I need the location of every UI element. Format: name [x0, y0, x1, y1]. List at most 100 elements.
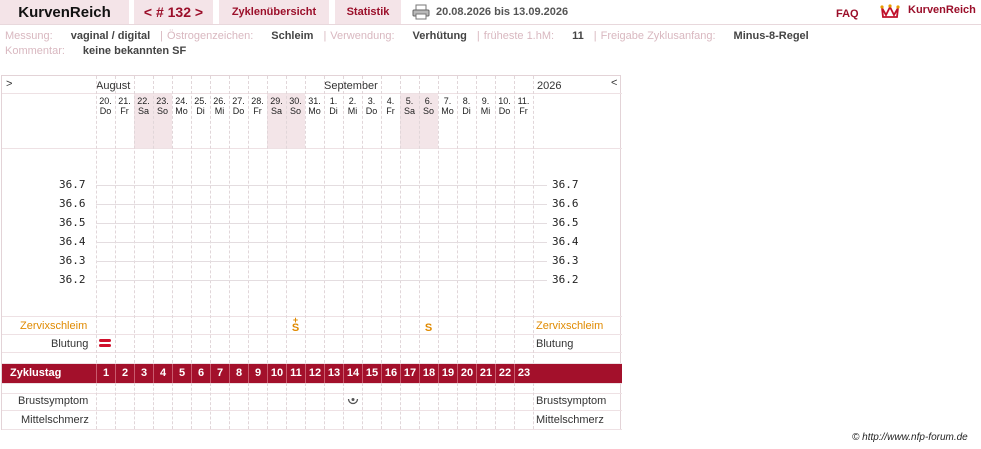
statistics-tab[interactable]: Statistik: [335, 0, 401, 24]
day-weekday: Do: [365, 106, 378, 116]
day-date: 22.: [137, 96, 150, 106]
temp-label-right: 36.4: [552, 235, 579, 248]
zyklustag-cell[interactable]: 6: [191, 363, 210, 383]
row-divider: [2, 393, 622, 394]
zyklustag-cell[interactable]: 7: [210, 363, 229, 383]
breast-symptom-icon[interactable]: [347, 394, 359, 406]
zyklustag-cell[interactable]: 8: [229, 363, 248, 383]
day-date: 26.: [213, 96, 226, 106]
day-gridline: [286, 383, 287, 429]
day-header[interactable]: 23. So: [153, 96, 172, 116]
zyklustag-cell[interactable]: 3: [134, 363, 153, 383]
day-header[interactable]: 8. Di: [457, 96, 476, 116]
day-date: 2.: [348, 96, 357, 106]
day-gridline: [172, 383, 173, 429]
messung-label: Messung:: [5, 30, 53, 42]
day-weekday: Sa: [270, 106, 282, 116]
day-header[interactable]: 28. Fr: [248, 96, 267, 116]
zyklustag-cell[interactable]: 19: [438, 363, 457, 383]
day-gridline: [457, 76, 458, 363]
day-header[interactable]: 29. Sa: [267, 96, 286, 116]
day-header[interactable]: 6. So: [419, 96, 438, 116]
day-header[interactable]: 3. Do: [362, 96, 381, 116]
zyklustag-cell[interactable]: 23: [514, 363, 533, 383]
zyklustag-cell[interactable]: 1: [96, 363, 115, 383]
day-gridline: [153, 76, 154, 363]
brand-title[interactable]: KurvenReich: [0, 0, 129, 24]
nav-next-button[interactable]: <: [611, 77, 617, 89]
day-header[interactable]: 27. Do: [229, 96, 248, 116]
zyklustag-cell[interactable]: 2: [115, 363, 134, 383]
zyklustag-cell[interactable]: 12: [305, 363, 324, 383]
zyklustag-cell[interactable]: 18: [419, 363, 438, 383]
zervix-mark[interactable]: S: [419, 316, 438, 334]
printer-icon[interactable]: [412, 4, 430, 20]
zyklustag-cell[interactable]: 14: [343, 363, 362, 383]
zyklustag-cell[interactable]: 20: [457, 363, 476, 383]
zyklustag-cell[interactable]: 11: [286, 363, 305, 383]
day-header[interactable]: 21. Fr: [115, 96, 134, 116]
day-header[interactable]: 10. Do: [495, 96, 514, 116]
day-date: 11.: [517, 96, 530, 106]
day-gridline: [457, 383, 458, 429]
day-header[interactable]: 20. Do: [96, 96, 115, 116]
zyklustag-cell[interactable]: 13: [324, 363, 343, 383]
day-header[interactable]: 5. Sa: [400, 96, 419, 116]
day-date: 30.: [289, 96, 302, 106]
verwendung-value: Verhütung: [412, 30, 467, 42]
temp-gridline: [96, 242, 547, 243]
zyklustag-cell[interactable]: 21: [476, 363, 495, 383]
zyklustag-label: Zyklustag: [10, 367, 62, 379]
zyklustag-row: Zyklustag 1 2 3 4 5 6 7 8 9 10 11 12 13 14 15 16 17 18 19 2…: [2, 363, 622, 383]
row-divider: [2, 410, 622, 411]
row-divider: [2, 429, 622, 430]
day-gridline: [305, 76, 306, 363]
day-header[interactable]: 31. Mo: [305, 96, 324, 116]
zyklustag-cell[interactable]: 15: [362, 363, 381, 383]
month-september: September: [324, 80, 378, 92]
zyklustag-cell[interactable]: 5: [172, 363, 191, 383]
nav-prev-button[interactable]: >: [6, 78, 12, 90]
zyklustag-cell[interactable]: 16: [381, 363, 400, 383]
brust-label-right: Brustsymptom: [536, 395, 607, 407]
bleeding-mark[interactable]: [99, 338, 111, 347]
day-date: 27.: [232, 96, 245, 106]
date-range: 20.08.2026 bis 13.09.2026: [436, 6, 569, 18]
faq-link[interactable]: FAQ: [836, 8, 859, 20]
zyklustag-cell[interactable]: 10: [267, 363, 286, 383]
day-gridline: [495, 76, 496, 363]
crown-logo-icon[interactable]: [880, 3, 900, 19]
day-header[interactable]: 7. Mo: [438, 96, 457, 116]
overview-tab[interactable]: Zyklenübersicht: [219, 0, 329, 24]
day-header[interactable]: 30. So: [286, 96, 305, 116]
cycle-nav-button[interactable]: < # 132 >: [134, 0, 213, 24]
day-header[interactable]: 1. Di: [324, 96, 343, 116]
temp-label-right: 36.3: [552, 254, 579, 267]
day-gridline: [153, 383, 154, 429]
day-header[interactable]: 26. Mi: [210, 96, 229, 116]
zyklustag-cell[interactable]: 4: [153, 363, 172, 383]
zervix-mark[interactable]: + S: [286, 316, 305, 334]
day-weekday: Mo: [441, 106, 454, 116]
day-header[interactable]: 11. Fr: [514, 96, 533, 116]
kommentar-label: Kommentar:: [5, 45, 65, 57]
logo-text[interactable]: KurvenReich: [908, 4, 976, 16]
day-header[interactable]: 2. Mi: [343, 96, 362, 116]
day-header[interactable]: 25. Di: [191, 96, 210, 116]
year-label: 2026: [537, 80, 562, 92]
zyklustag-cell[interactable]: 9: [248, 363, 267, 383]
day-weekday: Sa: [403, 106, 415, 116]
day-header[interactable]: 9. Mi: [476, 96, 495, 116]
zyklustag-cell[interactable]: 17: [400, 363, 419, 383]
day-gridline: [267, 383, 268, 429]
day-header[interactable]: 4. Fr: [381, 96, 400, 116]
temp-label-left: 36.7: [59, 178, 86, 191]
day-weekday: Fr: [120, 106, 129, 116]
day-gridline: [324, 383, 325, 429]
zervix-symbol: S: [291, 322, 300, 334]
zyklustag-cell[interactable]: 22: [495, 363, 514, 383]
day-header[interactable]: 22. Sa: [134, 96, 153, 116]
day-header[interactable]: 24. Mo: [172, 96, 191, 116]
day-date: 9.: [481, 96, 490, 106]
day-gridline: [115, 76, 116, 363]
